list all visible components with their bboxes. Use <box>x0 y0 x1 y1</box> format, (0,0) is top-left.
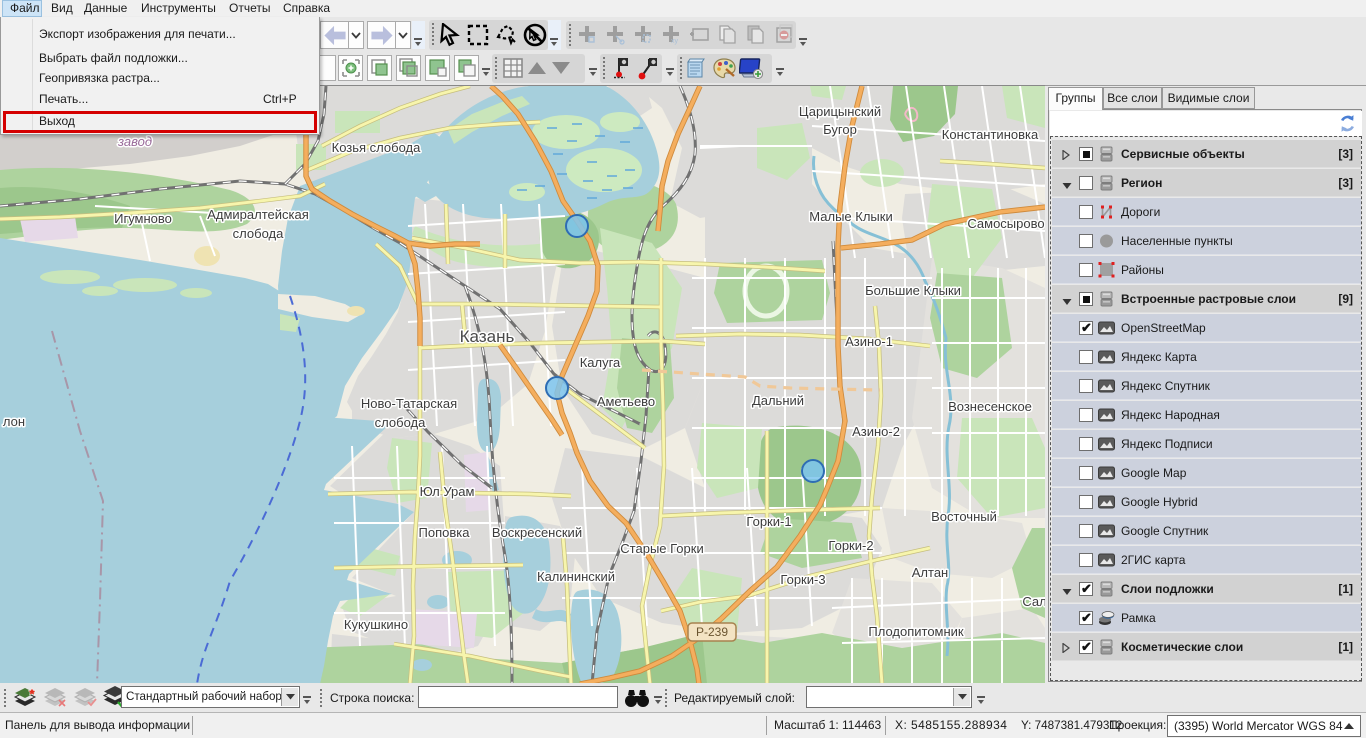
svg-text:Восточный: Восточный <box>931 509 997 524</box>
svg-text:Большие Клыки: Большие Клыки <box>865 283 961 298</box>
svg-text:Константиновка: Константиновка <box>942 127 1039 142</box>
svg-text:Алтан: Алтан <box>912 565 948 580</box>
svg-text:Малые Клыки: Малые Клыки <box>809 209 892 224</box>
svg-text:Вознесенское: Вознесенское <box>948 399 1032 414</box>
svg-text:Аметьево: Аметьево <box>597 394 655 409</box>
svg-text:лон: лон <box>3 414 25 429</box>
svg-text:Салм: Салм <box>1022 594 1045 609</box>
svg-text:Поповка: Поповка <box>419 525 471 540</box>
svg-text:Адмиралтейская: Адмиралтейская <box>207 207 309 222</box>
svg-text:слобода: слобода <box>233 226 284 241</box>
svg-text:Азино-2: Азино-2 <box>852 424 900 439</box>
svg-text:Козья слобода: Козья слобода <box>332 140 421 155</box>
svg-text:завод: завод <box>117 134 152 149</box>
svg-text:Плодопитомник: Плодопитомник <box>868 624 964 639</box>
svg-text:Р-239: Р-239 <box>696 625 728 639</box>
svg-text:Казань: Казань <box>460 327 515 346</box>
svg-text:Юл Урам: Юл Урам <box>420 484 475 499</box>
svg-text:Бугор: Бугор <box>823 122 857 137</box>
svg-text:Горки-3: Горки-3 <box>780 572 825 587</box>
svg-text:Кукушкино: Кукушкино <box>344 617 408 632</box>
svg-text:Дальний: Дальний <box>752 393 804 408</box>
svg-text:Калуга: Калуга <box>580 355 621 370</box>
svg-text:Калининский: Калининский <box>537 569 615 584</box>
svg-text:Горки-1: Горки-1 <box>746 514 791 529</box>
svg-text:Ново-Татарская: Ново-Татарская <box>361 396 457 411</box>
svg-text:Царицынский: Царицынский <box>799 104 881 119</box>
svg-text:Горки-2: Горки-2 <box>828 538 873 553</box>
svg-text:Самосырово: Самосырово <box>967 216 1044 231</box>
svg-text:Воскресенский: Воскресенский <box>492 525 582 540</box>
svg-text:xy: xy <box>671 38 679 45</box>
svg-text:Старые Горки: Старые Горки <box>620 541 703 556</box>
svg-text:Азино-1: Азино-1 <box>845 334 893 349</box>
svg-text:Игумново: Игумново <box>114 211 172 226</box>
svg-text:слобода: слобода <box>375 415 426 430</box>
